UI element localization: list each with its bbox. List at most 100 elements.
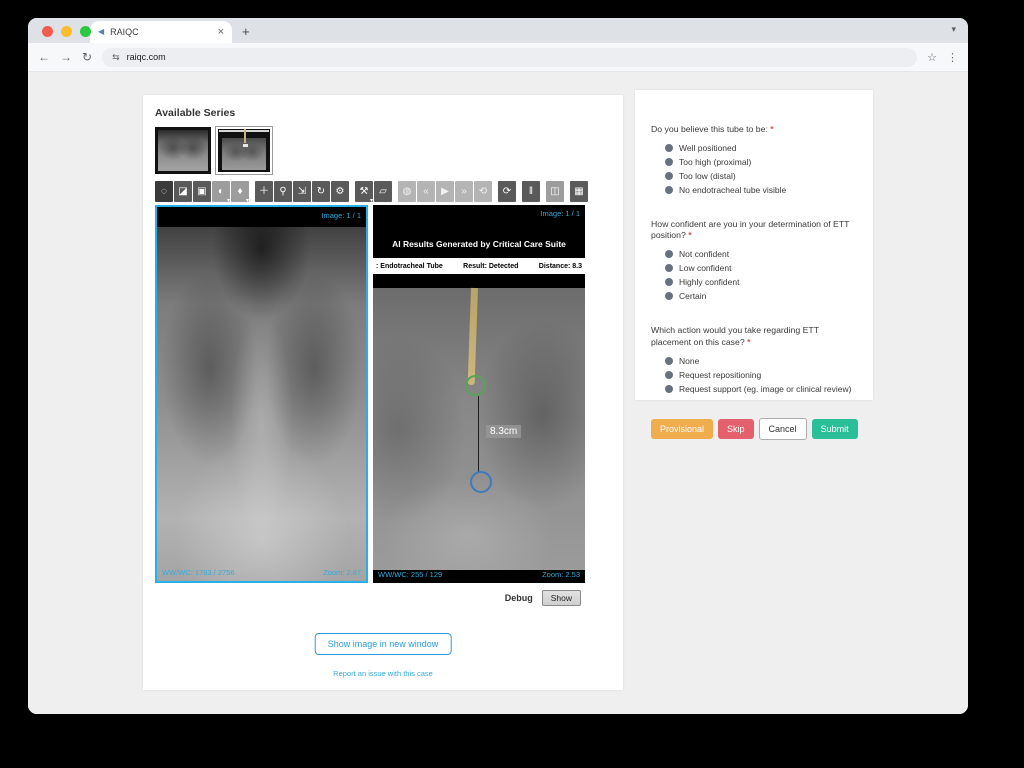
ai-result-label: Result: Detected xyxy=(463,263,518,270)
survey-questions: Do you believe this tube to be: * Well po… xyxy=(651,124,857,394)
radio-button-icon[interactable] xyxy=(665,264,673,272)
new-tab-button[interactable]: + xyxy=(242,24,250,39)
forward-button[interactable]: → xyxy=(60,50,72,64)
maximize-window-button[interactable] xyxy=(80,26,91,37)
skip-button[interactable]: Skip xyxy=(718,419,754,439)
skip-next-icon: » xyxy=(461,187,467,197)
radio-option-label: Highly confident xyxy=(679,277,739,287)
radio-option[interactable]: No endotracheal tube visible xyxy=(665,185,857,195)
droplet-icon: ♦ xyxy=(237,187,242,197)
radio-option[interactable]: Certain xyxy=(665,291,857,301)
skip-previous-icon: « xyxy=(423,187,429,197)
survey-button-row: Provisional Skip Cancel Submit xyxy=(651,418,857,440)
reload-button[interactable]: ↻ xyxy=(82,50,92,64)
dropdown-caret-icon: ▾ xyxy=(370,198,373,204)
radio-option[interactable]: Request repositioning xyxy=(665,370,857,380)
window-level-presets-button[interactable]: ◪ xyxy=(174,181,192,202)
page-background: Available Series ◌◪▣◐▾♦▾＋⚲⇲↻⚙⚒▾▱◍«▶»⟲⟳‖◫… xyxy=(28,72,968,714)
radio-option[interactable]: Low confident xyxy=(665,263,857,273)
available-series-title: Available Series xyxy=(155,107,235,119)
radio-button-icon[interactable] xyxy=(665,250,673,258)
browser-menu-icon[interactable]: ⋮ xyxy=(947,51,958,64)
radio-button-icon[interactable] xyxy=(665,172,673,180)
invert-contrast-button[interactable]: ◐▾ xyxy=(212,181,230,202)
radio-option-label: Not confident xyxy=(679,249,729,259)
question-text: Do you believe this tube to be: * xyxy=(651,124,857,136)
layout-grid-button[interactable]: ▦ xyxy=(570,181,588,202)
radio-option[interactable]: Too high (proximal) xyxy=(665,157,857,167)
fit-to-window-button[interactable]: ⇲ xyxy=(293,181,311,202)
thumbnail-measure-label xyxy=(243,144,248,147)
bookmark-star-icon[interactable]: ☆ xyxy=(927,51,937,64)
settings-button[interactable]: ⚙ xyxy=(331,181,349,202)
cancel-button[interactable]: Cancel xyxy=(759,418,807,440)
dotted-circle-icon: ◌ xyxy=(161,187,167,197)
ett-tip-marker xyxy=(465,375,486,396)
annotation-tools-button[interactable]: ⚒▾ xyxy=(355,181,373,202)
window-level-button[interactable]: ♦▾ xyxy=(231,181,249,202)
series-thumbnail-1[interactable] xyxy=(155,127,211,174)
debug-row: Debug Show xyxy=(505,590,581,606)
browser-tab[interactable]: ◀ RAIQC × xyxy=(90,21,232,43)
submit-button[interactable]: Submit xyxy=(812,419,858,439)
debug-show-button[interactable]: Show xyxy=(542,590,581,606)
back-button[interactable]: ← xyxy=(38,50,50,64)
radio-option[interactable]: None xyxy=(665,356,857,366)
radio-option[interactable]: Too low (distal) xyxy=(665,171,857,181)
reference-lines-button[interactable]: ◌ xyxy=(155,181,173,202)
zoom-readout: Zoom: 2.87 xyxy=(323,568,361,577)
rotate-button[interactable]: ↻ xyxy=(312,181,330,202)
site-settings-icon[interactable]: ⇆ xyxy=(112,52,120,63)
rotate-icon: ↻ xyxy=(317,187,325,197)
radio-button-icon[interactable] xyxy=(665,158,673,166)
viewport-left[interactable]: Image: 1 / 1 WW/WC: 1783 / 2756 Zoom: 2.… xyxy=(155,205,368,583)
question-text: How confident are you in your determinat… xyxy=(651,219,857,242)
radio-option[interactable]: Well positioned xyxy=(665,143,857,153)
series-thumbnail-2-selected[interactable] xyxy=(216,127,272,174)
radio-option[interactable]: Request support (eg. image or clinical r… xyxy=(665,384,857,394)
pan-button[interactable]: ＋ xyxy=(255,181,273,202)
radio-option[interactable]: Not confident xyxy=(665,249,857,259)
magnify-button[interactable]: ⚲ xyxy=(274,181,292,202)
viewport-right[interactable]: Image: 1 / 1 AI Results Generated by Cri… xyxy=(373,205,585,583)
show-image-new-window-button[interactable]: Show image in new window xyxy=(315,633,452,655)
address-bar[interactable]: ⇆ raiqc.com xyxy=(102,48,917,67)
erase-annotations-button[interactable]: ▱ xyxy=(374,181,392,202)
pan-icon: ＋ xyxy=(259,187,269,197)
provisional-button[interactable]: Provisional xyxy=(651,419,713,439)
report-issue-link[interactable]: Report an issue with this case xyxy=(143,669,623,678)
thumbnail-ett-tube-overlay xyxy=(244,129,246,143)
radio-button-icon[interactable] xyxy=(665,292,673,300)
play-cine-button: ▶ xyxy=(436,181,454,202)
levels-icon: ◪ xyxy=(178,187,187,197)
radio-button-icon[interactable] xyxy=(665,385,673,393)
gear-icon: ⚙ xyxy=(336,187,345,197)
radio-button-icon[interactable] xyxy=(665,371,673,379)
pause-button[interactable]: ‖ xyxy=(522,181,540,202)
tab-search-chevron-icon[interactable]: ▾ xyxy=(951,24,956,35)
close-window-button[interactable] xyxy=(42,26,53,37)
required-asterisk: * xyxy=(770,124,773,134)
radio-option-label: Well positioned xyxy=(679,143,737,153)
first-image-button: « xyxy=(417,181,435,202)
wrench-icon: ⚒ xyxy=(360,187,369,197)
radio-button-icon[interactable] xyxy=(665,186,673,194)
tab-strip: ◀ RAIQC × + ▾ xyxy=(28,18,968,43)
grid-icon: ▦ xyxy=(574,187,583,197)
play-icon: ▶ xyxy=(441,187,449,197)
radio-option[interactable]: Highly confident xyxy=(665,277,857,287)
radio-button-icon[interactable] xyxy=(665,144,673,152)
refresh-button[interactable]: ⟳ xyxy=(498,181,516,202)
option-list: Well positioned Too high (proximal) Too lo… xyxy=(665,143,857,195)
radio-button-icon[interactable] xyxy=(665,278,673,286)
radio-option-label: Low confident xyxy=(679,263,731,273)
radio-option-label: Too high (proximal) xyxy=(679,157,751,167)
reset-view-button[interactable]: ▣ xyxy=(193,181,211,202)
radio-option-label: Too low (distal) xyxy=(679,171,736,181)
radio-button-icon[interactable] xyxy=(665,357,673,365)
tab-close-icon[interactable]: × xyxy=(218,26,224,38)
minimize-window-button[interactable] xyxy=(61,26,72,37)
mpr-3d-button[interactable]: ◫ xyxy=(546,181,564,202)
refresh-icon: ⟳ xyxy=(503,187,511,197)
browser-toolbar: ← → ↻ ⇆ raiqc.com ☆ ⋮ xyxy=(28,43,968,72)
